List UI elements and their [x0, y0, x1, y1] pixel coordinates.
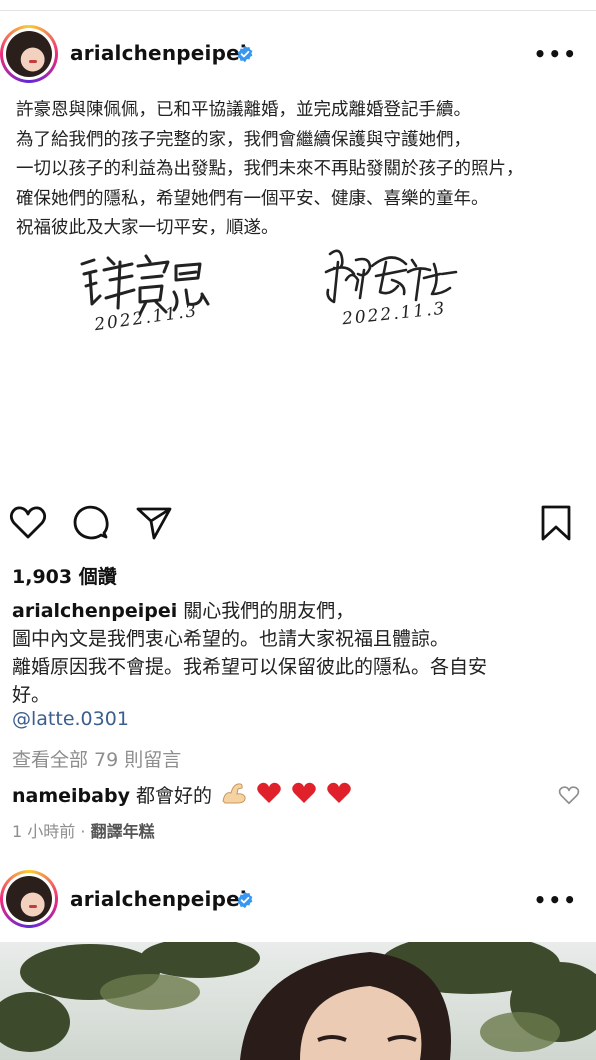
comment-text: 都會好的 — [136, 785, 213, 807]
statement-line: 為了給我們的孩子完整的家，我們會繼續保護與守護她們， — [16, 129, 471, 150]
caption-line: 圖中內文是我們衷心希望的。也請大家祝福且體諒。 — [12, 628, 450, 650]
red-heart-emoji — [327, 782, 352, 803]
caption-line: 離婚原因我不會提。我希望可以保留彼此的隱私。各自安 — [12, 656, 488, 678]
comment-like-heart-icon[interactable] — [558, 784, 580, 806]
mention-link[interactable]: @latte.0301 — [12, 708, 129, 730]
post-actions — [0, 503, 596, 547]
flexed-biceps-emoji — [222, 783, 246, 804]
avatar[interactable] — [0, 25, 58, 83]
more-options-button[interactable]: ••• — [534, 42, 578, 66]
bookmark-icon[interactable] — [536, 503, 576, 543]
meta-separator: · — [80, 822, 86, 841]
verified-badge-icon — [237, 45, 253, 63]
statement-line: 確保她們的隱私，希望她們有一個平安、健康、喜樂的童年。 — [16, 188, 489, 209]
share-icon[interactable] — [134, 503, 174, 543]
heart-icon[interactable] — [8, 503, 48, 543]
photo-content — [0, 942, 596, 1060]
comment-icon[interactable] — [71, 503, 111, 543]
statement-line: 祝福彼此及大家一切平安，順遂。 — [16, 218, 279, 239]
post-username[interactable]: arialchenpeipei — [70, 887, 247, 911]
comment-username[interactable]: nameibaby — [12, 785, 130, 807]
statement-text: 許豪恩與陳佩佩，已和平協議離婚，並完成離婚登記手續。 為了給我們的孩子完整的家，… — [16, 96, 524, 244]
post-image[interactable]: 許豪恩與陳佩佩，已和平協議離婚，並完成離婚登記手續。 為了給我們的孩子完整的家，… — [0, 94, 596, 490]
comment-row: nameibaby 都會好的 — [12, 781, 352, 808]
view-all-comments-link[interactable]: 查看全部 79 則留言 — [12, 745, 181, 772]
avatar[interactable] — [0, 870, 58, 928]
translate-button[interactable]: 翻譯年糕 — [91, 822, 155, 841]
statement-line: 一切以孩子的利益為出發點，我們未來不再貼發關於孩子的照片， — [16, 159, 524, 180]
comment-meta: 1 小時前 · 翻譯年糕 — [12, 818, 155, 842]
more-options-button[interactable]: ••• — [534, 888, 578, 912]
top-divider — [0, 10, 596, 11]
caption-line: 關心我們的朋友們， — [183, 600, 355, 622]
caption-line: 好。 — [12, 684, 51, 706]
statement-line: 許豪恩與陳佩佩，已和平協議離婚，並完成離婚登記手續。 — [16, 100, 471, 120]
post-username[interactable]: arialchenpeipei — [70, 41, 247, 65]
like-count[interactable]: 1,903 個讚 — [12, 562, 117, 589]
post-header: arialchenpeipei ••• — [0, 870, 596, 940]
caption-username[interactable]: arialchenpeipei — [12, 600, 177, 622]
caption: arialchenpeipei 關心我們的朋友們， 圖中內文是我們衷心希望的。也… — [12, 597, 580, 709]
red-heart-emoji — [257, 782, 281, 803]
post-header: arialchenpeipei ••• — [0, 24, 596, 94]
post-photo[interactable] — [0, 942, 596, 1060]
verified-badge-icon — [237, 891, 253, 909]
comment-time: 1 小時前 — [12, 822, 76, 841]
red-heart-emoji — [292, 782, 316, 803]
